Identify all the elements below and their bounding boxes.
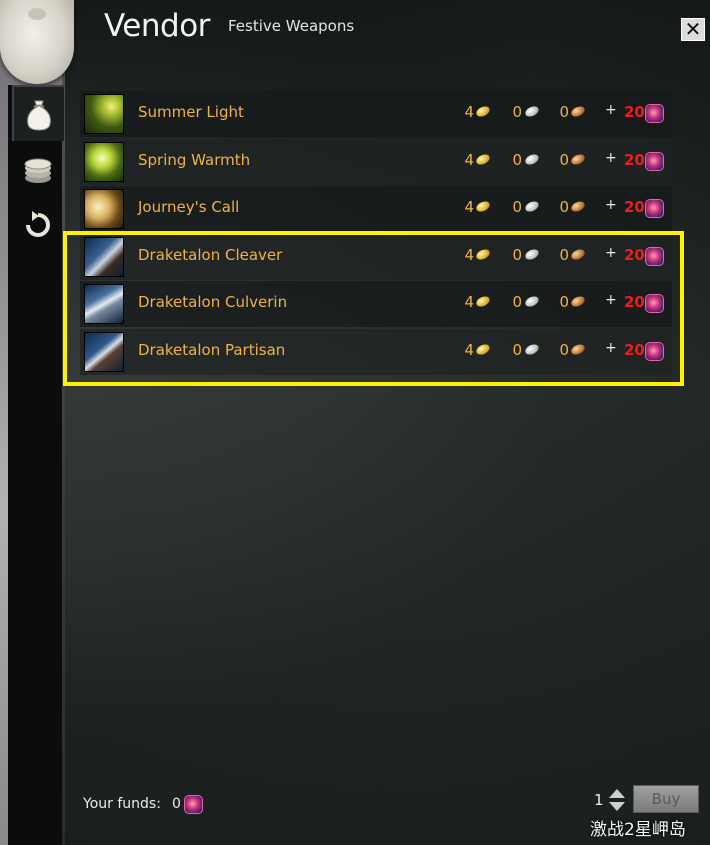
copper-coin-icon bbox=[569, 199, 587, 214]
festive-token-icon bbox=[645, 152, 664, 171]
silver-coin-icon bbox=[523, 104, 541, 119]
close-button[interactable]: ✕ bbox=[681, 18, 705, 41]
item-row[interactable]: Spring Warmth 4 0 0 + 20 bbox=[80, 139, 672, 185]
festive-token-icon bbox=[184, 795, 203, 814]
silver-amount: 0 bbox=[512, 151, 522, 169]
funds-label: Your funds: bbox=[83, 796, 161, 812]
token-amount: 20 bbox=[624, 151, 645, 169]
window-title: Vendor bbox=[104, 8, 210, 44]
item-row[interactable]: Journey's Call 4 0 0 + 20 bbox=[80, 186, 672, 232]
quantity-value: 1 bbox=[594, 791, 604, 809]
silver-coin-icon bbox=[523, 152, 541, 167]
quantity-stepper[interactable] bbox=[608, 788, 626, 812]
watermark-text: 激战2星岬岛 bbox=[590, 820, 686, 840]
item-name: Journey's Call bbox=[138, 198, 240, 216]
item-name: Summer Light bbox=[138, 103, 244, 121]
gold-amount: 4 bbox=[464, 103, 474, 121]
stepper-down-icon[interactable] bbox=[609, 802, 625, 811]
vendor-tab-column bbox=[8, 85, 64, 845]
item-name: Spring Warmth bbox=[138, 151, 251, 169]
stepper-up-icon[interactable] bbox=[609, 789, 625, 798]
copper-coin-icon bbox=[569, 152, 587, 167]
plus-sign: + bbox=[605, 150, 617, 166]
staff-weapon-icon bbox=[84, 142, 124, 182]
copper-amount: 0 bbox=[559, 103, 569, 121]
gold-amount: 4 bbox=[464, 198, 474, 216]
tab-buy[interactable] bbox=[12, 85, 64, 141]
silver-coin-icon bbox=[523, 199, 541, 214]
festive-token-icon bbox=[645, 104, 664, 123]
gold-amount: 4 bbox=[464, 151, 474, 169]
silver-amount: 0 bbox=[512, 198, 522, 216]
token-amount: 20 bbox=[624, 103, 645, 121]
gold-coin-icon bbox=[474, 152, 492, 167]
window-subtitle: Festive Weapons bbox=[228, 17, 355, 35]
highlight-box bbox=[63, 231, 684, 386]
undo-arrow-icon bbox=[26, 211, 50, 237]
copper-amount: 0 bbox=[559, 151, 569, 169]
torch-weapon-icon bbox=[84, 94, 124, 134]
sack-icon bbox=[27, 100, 51, 131]
copper-coin-icon bbox=[569, 104, 587, 119]
tab-sell[interactable] bbox=[12, 143, 64, 199]
item-row[interactable]: Summer Light 4 0 0 + 20 bbox=[80, 91, 672, 137]
gold-coin-icon bbox=[474, 104, 492, 119]
funds-value: 0 bbox=[172, 796, 181, 812]
buy-button[interactable]: Buy bbox=[633, 785, 699, 813]
gold-coin-icon bbox=[474, 199, 492, 214]
coins-icon bbox=[24, 158, 52, 183]
silver-amount: 0 bbox=[512, 103, 522, 121]
copper-amount: 0 bbox=[559, 198, 569, 216]
token-amount: 20 bbox=[624, 198, 645, 216]
plus-sign: + bbox=[605, 197, 617, 213]
vendor-sack-icon bbox=[0, 0, 74, 84]
festive-token-icon bbox=[645, 199, 664, 218]
horn-weapon-icon bbox=[84, 189, 124, 229]
plus-sign: + bbox=[605, 102, 617, 118]
tab-buyback[interactable] bbox=[12, 197, 64, 253]
